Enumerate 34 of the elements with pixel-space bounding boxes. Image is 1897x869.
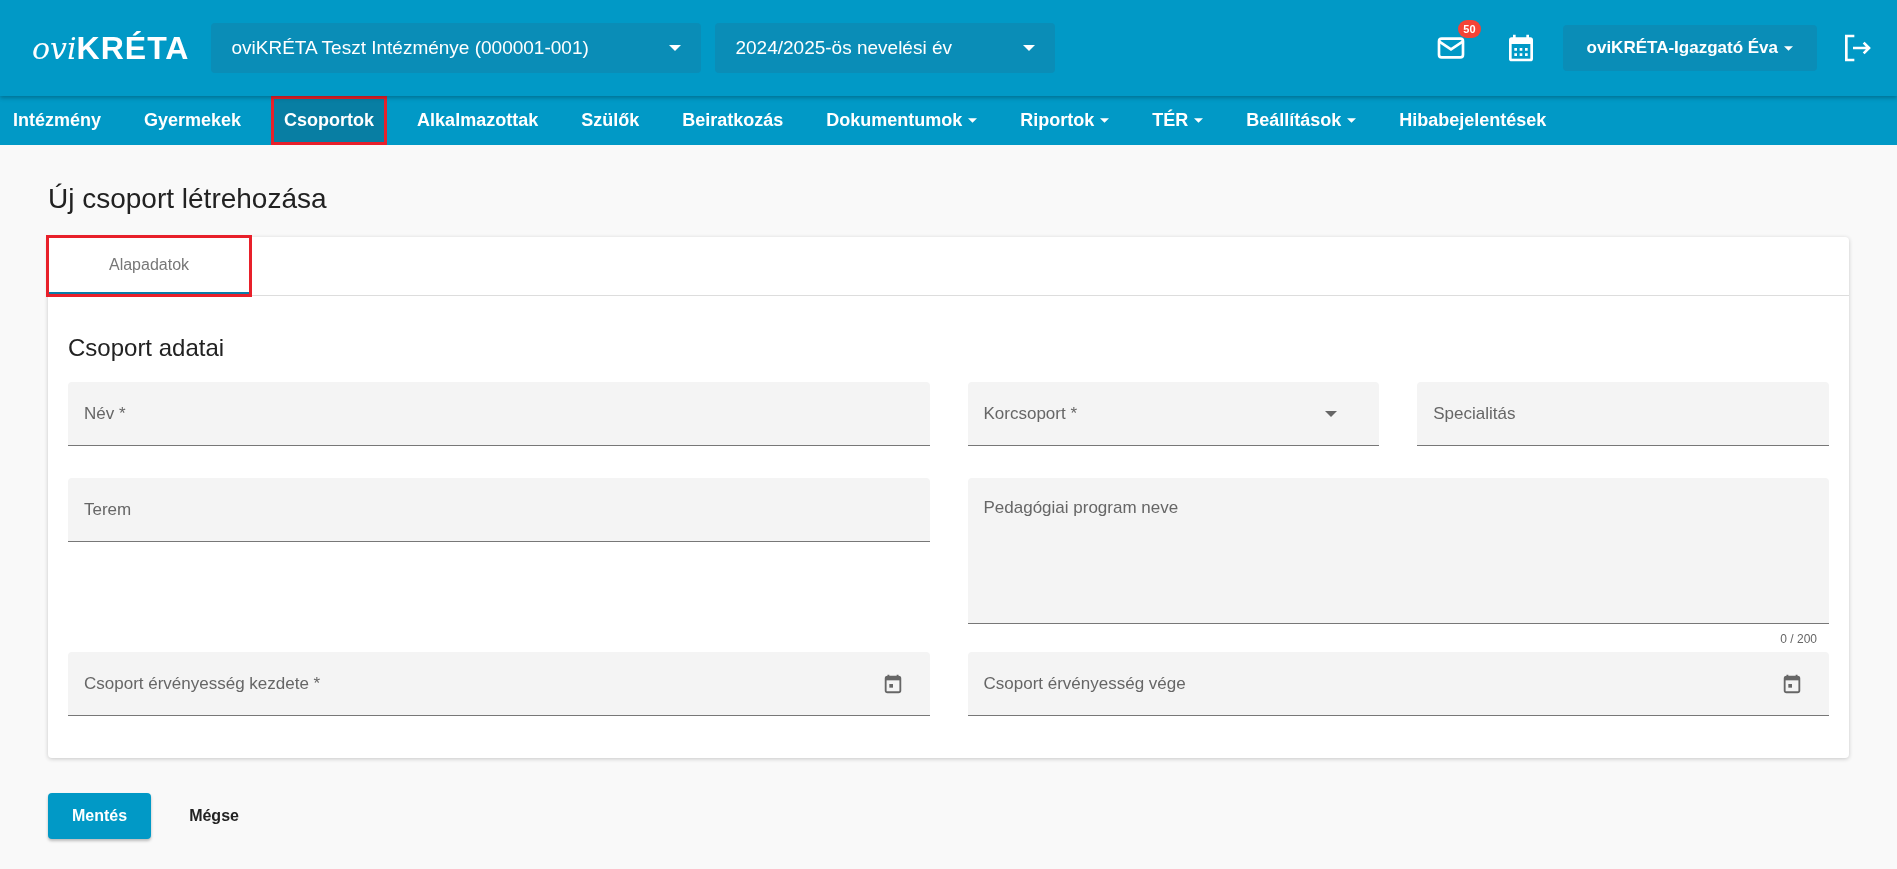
- caret-icon: [1784, 45, 1793, 51]
- text-field[interactable]: Terem: [68, 478, 930, 542]
- calendar-icon[interactable]: [1781, 672, 1803, 695]
- section-title: Csoport adatai: [68, 334, 226, 362]
- institution-select[interactable]: oviKRÉTA Teszt Intézménye (000001-001): [211, 23, 702, 73]
- nav-item[interactable]: Csoportok: [271, 96, 388, 145]
- select-field[interactable]: Korcsoport *: [967, 382, 1380, 446]
- notification-badge: 50: [1458, 20, 1481, 38]
- nav-item[interactable]: Riportok: [1007, 96, 1123, 145]
- nav-item[interactable]: Szülők: [568, 96, 653, 145]
- page-title: Új csoport létrehozása: [48, 183, 328, 215]
- logo[interactable]: oviKRÉTA: [32, 29, 190, 67]
- textarea-field[interactable]: Pedagógiai program neve: [967, 478, 1829, 624]
- nav-item[interactable]: Intézmény: [0, 96, 115, 145]
- year-select[interactable]: 2024/2025-ös nevelési év: [715, 23, 1056, 73]
- character-counter: 0 / 200: [1780, 632, 1817, 646]
- tab[interactable]: Alapadatok: [48, 237, 250, 295]
- nav-item[interactable]: TÉR: [1139, 96, 1217, 145]
- nav-item[interactable]: Beiratkozás: [669, 96, 797, 145]
- save-button[interactable]: Mentés: [48, 793, 152, 839]
- nav-item[interactable]: Hibabejelentések: [1386, 96, 1560, 145]
- dropdown-icon: [1325, 410, 1338, 417]
- user-menu[interactable]: oviKRÉTA-Igazgató Éva: [1562, 25, 1817, 71]
- nav-item[interactable]: Dokumentumok: [813, 96, 991, 145]
- nav-item[interactable]: Gyermekek: [131, 96, 255, 145]
- date-field[interactable]: Csoport érvényesség vége: [967, 652, 1829, 716]
- cancel-button[interactable]: Mégse: [165, 793, 263, 839]
- dropdown-icon: [669, 45, 682, 51]
- text-field[interactable]: Név *: [68, 382, 930, 446]
- nav-item[interactable]: Alkalmazottak: [404, 96, 552, 145]
- date-field[interactable]: Csoport érvényesség kezdete *: [68, 652, 930, 716]
- dropdown-icon: [1023, 45, 1036, 51]
- text-field[interactable]: Specialitás: [1417, 382, 1829, 446]
- nav-item[interactable]: Beállítások: [1233, 96, 1370, 145]
